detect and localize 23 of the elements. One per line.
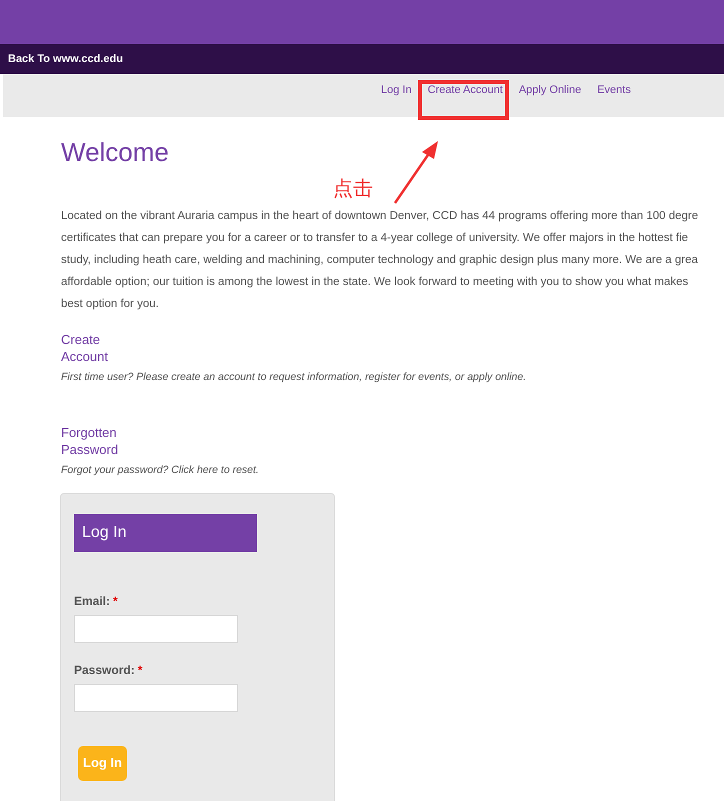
nav-link[interactable]: Log In: [381, 82, 412, 99]
nav-link[interactable]: Apply Online: [518, 82, 582, 99]
field-label: Email:: [74, 592, 110, 610]
nav-link[interactable]: Create Account: [428, 82, 503, 99]
section-link[interactable]: Forgotten Password: [61, 424, 724, 458]
page-title: Welcome: [61, 136, 170, 169]
intro-text: study, including heath care, welding and machining, computer technology and graphic design plus many more. We are a grea: [61, 253, 699, 268]
nav-link[interactable]: Events: [597, 82, 631, 99]
intro-text: affordable option; our tuition is among the lowest in the state. We look forward to meeting with you to show you what makes: [61, 275, 690, 290]
login-heading: Log In: [74, 514, 257, 552]
input-field[interactable]: [74, 614, 238, 642]
intro-text: best option for you.: [61, 297, 160, 312]
section-link[interactable]: Create Account: [61, 331, 724, 365]
required-mark: *: [138, 662, 142, 678]
required-mark: *: [113, 592, 118, 610]
annotation-label: 点击: [333, 175, 373, 202]
section-note: First time user? Please create an account to request information, register for events, or apply online.: [61, 370, 528, 385]
input-field[interactable]: [74, 684, 238, 712]
section-note: Forgot your password? Click here to reset.: [61, 462, 260, 478]
intro-text: Located on the vibrant Auraria campus in the heart of downtown Denver, CCD has 44 programs offering more than 100 degre: [61, 209, 700, 224]
field-label: Password:: [74, 662, 135, 678]
intro-text: certificates that can prepare you for a career or to transfer to a 4-year college of university. We offer majors in the hottest fie: [61, 231, 690, 246]
back-link[interactable]: Back To www.ccd.edu: [8, 50, 123, 68]
